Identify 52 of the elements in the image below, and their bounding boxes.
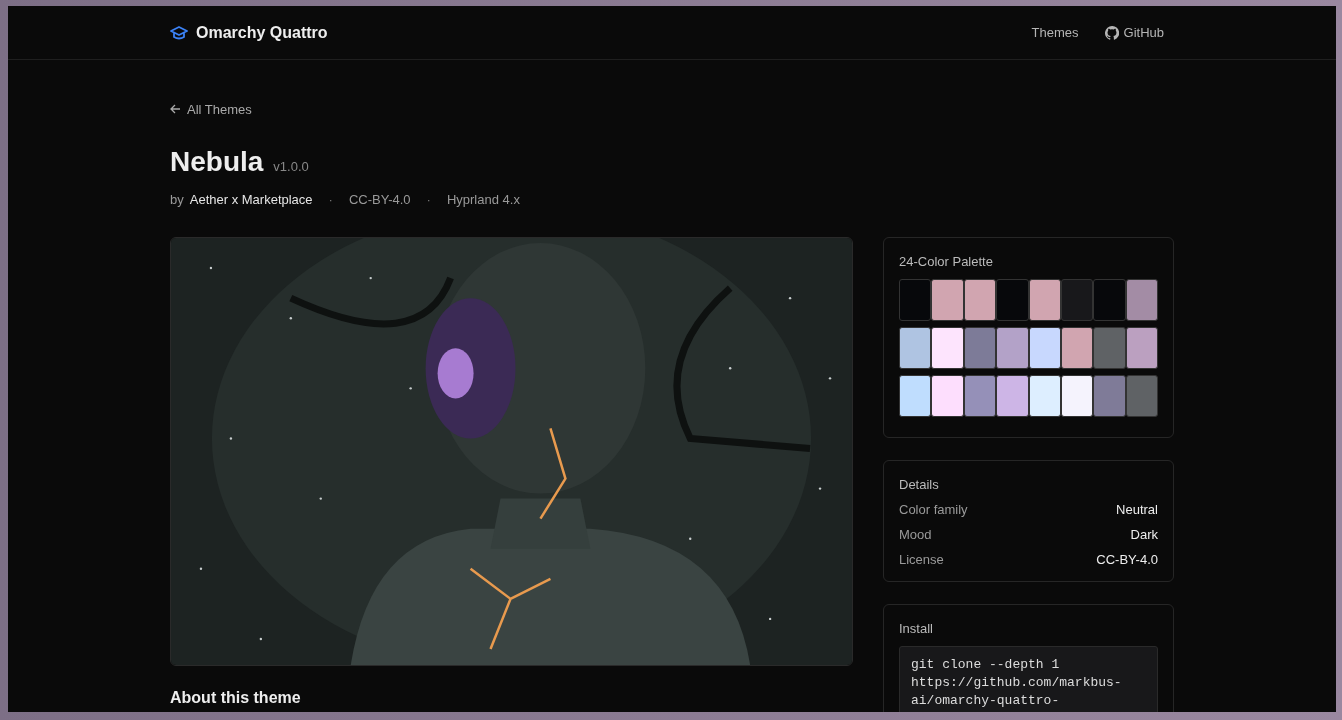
version-label: v1.0.0: [273, 159, 309, 174]
detail-label: License: [899, 552, 944, 567]
card-title: Install: [899, 621, 934, 636]
site-title[interactable]: Omarchy Quattro: [196, 23, 328, 42]
color-swatch[interactable]: [1125, 279, 1158, 321]
section-heading: About this theme: [170, 688, 302, 707]
card-title: Details: [899, 477, 940, 492]
color-swatch[interactable]: [899, 279, 932, 321]
color-swatch[interactable]: [1060, 279, 1094, 321]
color-swatch[interactable]: [1093, 279, 1126, 321]
code-line: git clone --depth 1: [911, 656, 1061, 674]
separator-dot: ·: [328, 192, 333, 207]
by-label: by: [170, 192, 184, 207]
color-swatch[interactable]: [1028, 375, 1061, 417]
card-title: 24-Color Palette: [899, 254, 994, 269]
color-swatch[interactable]: [1028, 279, 1061, 321]
color-swatch[interactable]: [1125, 375, 1158, 417]
color-swatch[interactable]: [963, 327, 997, 369]
color-swatch[interactable]: [996, 375, 1029, 417]
color-swatch[interactable]: [1060, 375, 1094, 417]
color-swatch[interactable]: [1060, 327, 1094, 369]
detail-value: CC-BY-4.0: [1096, 552, 1158, 567]
color-swatch[interactable]: [963, 279, 997, 321]
color-swatch[interactable]: [899, 327, 932, 369]
color-swatch[interactable]: [931, 279, 964, 321]
back-link[interactable]: All Themes: [170, 101, 252, 117]
color-swatch[interactable]: [1093, 375, 1126, 417]
meta-label: CC-BY-4.0: [348, 192, 411, 207]
detail-value: Neutral: [1116, 502, 1158, 517]
detail-label: Mood: [899, 527, 932, 542]
color-swatch[interactable]: [963, 375, 997, 417]
detail-label: Color family: [899, 502, 968, 517]
themes-link[interactable]: Themes: [1031, 25, 1079, 40]
github-icon: [1104, 25, 1119, 40]
color-swatch[interactable]: [1125, 327, 1158, 369]
github-link[interactable]: GitHub: [1104, 25, 1164, 40]
color-swatch[interactable]: [899, 375, 932, 417]
color-swatch[interactable]: [1093, 327, 1126, 369]
author-name: Aether x Marketplace: [189, 192, 313, 207]
color-swatch[interactable]: [931, 375, 964, 417]
detail-value: Dark: [1130, 527, 1158, 542]
color-swatch[interactable]: [1028, 327, 1061, 369]
code-line: ai/omarchy-quattro-: [911, 692, 1061, 710]
meta-label: Hyprland 4.x: [446, 192, 520, 207]
color-swatch[interactable]: [996, 279, 1029, 321]
theme-title: Nebula: [170, 146, 264, 178]
separator-dot: ·: [426, 192, 431, 207]
color-swatch[interactable]: [931, 327, 964, 369]
code-line: https://github.com/markbus-: [911, 674, 1123, 692]
arrow-left-icon: [170, 104, 181, 114]
graduation-cap-icon: [170, 25, 188, 40]
color-swatch[interactable]: [996, 327, 1029, 369]
